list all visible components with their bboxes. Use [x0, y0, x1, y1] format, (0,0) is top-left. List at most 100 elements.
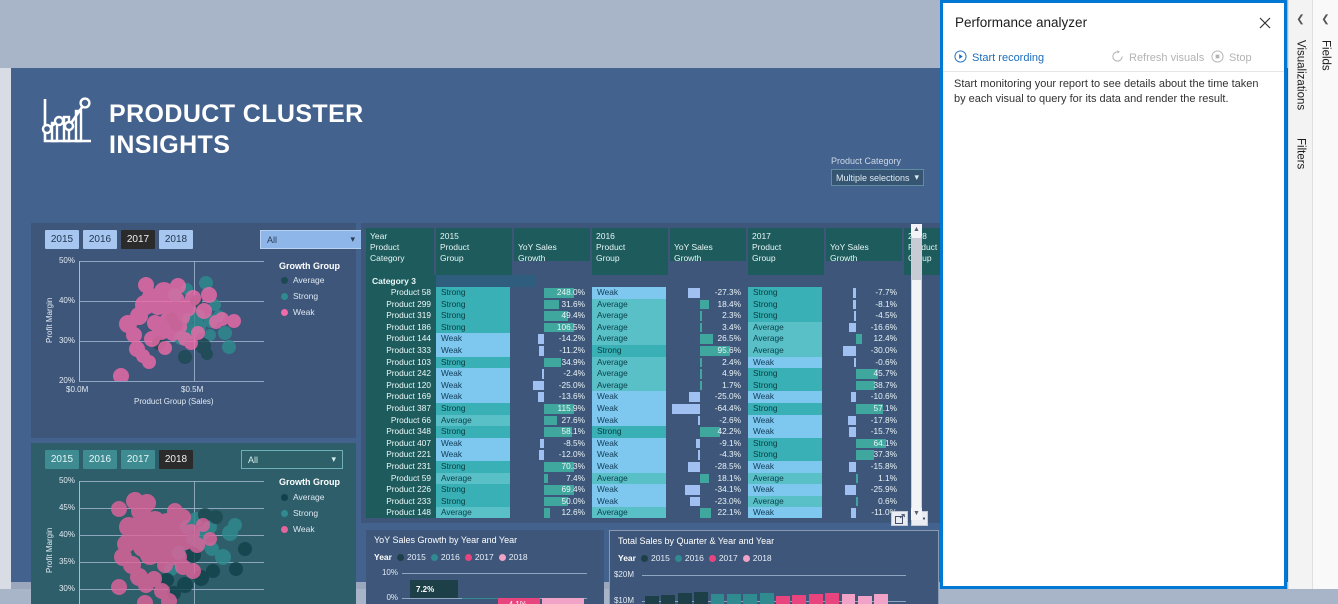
table-cell-growth-group: Weak [436, 449, 510, 461]
th-first-line1: Year [370, 231, 388, 241]
table-cell-growth-group: Weak [592, 495, 666, 508]
table-row[interactable]: Product 231 Strong 70.3% Weak -28.5% Weak -15.… [366, 460, 897, 473]
total-sales-bar[interactable] [776, 596, 790, 604]
yoy-legend-2016: 2016 [430, 552, 460, 562]
table-cell-yoy-growth: 34.9% [561, 356, 585, 367]
total-sales-bar[interactable] [857, 595, 872, 604]
fields-rail[interactable]: ❮ Fields [1312, 0, 1338, 589]
yoy-growth-bar-visual[interactable]: YoY Sales Growth by Year and Year Year 2… [366, 530, 604, 604]
table-row[interactable]: Product 58 Strong 248.0% Weak -27.3% Strong -7… [366, 287, 897, 299]
total-sales-bar[interactable] [808, 593, 823, 604]
table-cell-growth-group: Weak [436, 333, 510, 345]
chevron-left-icon[interactable]: ❮ [1321, 14, 1329, 25]
total-sales-bar[interactable] [743, 594, 758, 604]
legend-label-average: Average [293, 492, 325, 502]
th-2015-yoy: YoY Sales Growth [514, 228, 590, 263]
table-row[interactable]: Product 242 Weak -2.4% Average 4.9% Strong 45.… [366, 368, 897, 380]
slicer-year-2015[interactable]: 2015 [45, 230, 79, 249]
table-row[interactable]: Product 221 Weak -12.0% Weak -4.3% Strong 37.3… [366, 449, 897, 461]
scatter-bottom-dropdown-value: All [248, 454, 259, 465]
performance-analyzer-toolbar[interactable]: Start recording Refresh visuals Stop [943, 45, 1284, 72]
th-2015-yoy-label: YoY Sales Growth [518, 242, 557, 263]
total-sales-bar[interactable] [694, 592, 708, 604]
table-row[interactable]: Product 148 Average 12.6% Average 22.1% Weak -… [366, 507, 897, 518]
product-category-dropdown[interactable]: Multiple selections ▾ [831, 169, 924, 186]
total-sales-bar[interactable] [661, 594, 676, 604]
table-row[interactable]: Product 387 Strong 115.9% Weak -64.4% Strong 5… [366, 402, 897, 415]
visualizations-rail[interactable]: ❮ Visualizations Filters [1288, 0, 1312, 589]
table-row[interactable]: Product 59 Average 7.4% Average 18.1% Average… [366, 472, 897, 485]
table-cell-growth-group: Weak [748, 356, 822, 369]
table-row[interactable]: Product 333 Weak -11.2% Strong 95.6% Average -… [366, 344, 897, 357]
table-cell-growth-group: Weak [748, 426, 822, 438]
ytick-top-3: 50% [58, 256, 75, 265]
product-category-label: Product Category [831, 156, 902, 166]
total-bars-host [644, 569, 906, 604]
table-row[interactable]: Product 103 Strong 34.9% Average 2.4% Weak -0.… [366, 356, 897, 369]
rail-label-visualizations[interactable]: Visualizations [1295, 40, 1307, 110]
scroll-down-arrow-icon[interactable]: ▼ [911, 508, 922, 520]
legend-dot-2015 [396, 553, 404, 561]
legend-dot-2018 [498, 553, 506, 561]
scatter-visual-top[interactable]: 2015 2016 2017 2018 All ▾ 50% 40% 30% 20… [31, 223, 362, 438]
table-row[interactable]: Product 120 Weak -25.0% Average 1.7% Strong 38… [366, 379, 897, 392]
chevron-left-icon[interactable]: ❮ [1296, 14, 1304, 25]
legend-item-average-bottom: Average [281, 492, 325, 502]
table-row[interactable]: Product 348 Strong 58.1% Strong 42.2% Weak -15… [366, 426, 897, 438]
slicer2-year-2015[interactable]: 2015 [45, 450, 79, 469]
table-row[interactable]: Product 407 Weak -8.5% Weak -9.1% Strong 64.1%… [366, 437, 897, 450]
scatter-top-dropdown[interactable]: All ▾ [260, 230, 362, 249]
total-sales-bar-visual[interactable]: Total Sales by Quarter & Year and Year Y… [609, 530, 939, 604]
xtick-top-0: $0.0M [66, 385, 89, 394]
table-row[interactable]: Product 186 Strong 106.5% Average 3.4% Averag… [366, 321, 897, 334]
table-row[interactable]: Product 319 Strong 49.4% Average 2.3% Strong -… [366, 310, 897, 322]
close-icon[interactable] [1254, 12, 1276, 34]
scroll-up-arrow-icon[interactable]: ▲ [911, 224, 922, 236]
slicer-year-2016[interactable]: 2016 [83, 230, 117, 249]
th-2017-year: 2017 [752, 231, 771, 241]
total-sales-bar[interactable] [710, 593, 725, 604]
slicer-year-2017[interactable]: 2017 [121, 230, 155, 249]
total-sales-bar[interactable] [677, 593, 692, 604]
focus-mode-icon[interactable] [891, 511, 908, 526]
start-recording-button[interactable]: Start recording [954, 50, 1044, 66]
matrix-table-visual[interactable]: Year Product Category 2015 Product Group … [361, 223, 1058, 526]
table-row[interactable]: Product 233 Strong 50.0% Weak -23.0% Average 0… [366, 495, 897, 508]
scatter-visual-bottom[interactable]: 2015 2016 2017 2018 All ▾ 50% 45% 40% 35… [31, 443, 356, 604]
year-slicer-top[interactable]: 2015 2016 2017 2018 [45, 230, 193, 249]
total-sales-bar[interactable] [726, 594, 741, 604]
table-row[interactable]: Product 226 Strong 69.4% Weak -34.1% Weak -25.… [366, 484, 897, 496]
total-sales-bar[interactable] [645, 595, 659, 604]
scatter-bottom-dropdown[interactable]: All ▾ [241, 450, 343, 469]
total-sales-bar[interactable] [874, 594, 889, 604]
table-row[interactable]: Product 299 Strong 31.6% Average 18.4% Strong… [366, 298, 897, 311]
rail-label-filters[interactable]: Filters [1295, 138, 1307, 169]
slicer2-year-2017[interactable]: 2017 [121, 450, 155, 469]
slicer-year-2018[interactable]: 2018 [159, 230, 193, 249]
table-cell-growth-group: Average [748, 472, 822, 485]
table-row[interactable]: Product 144 Weak -14.2% Average 26.5% Average… [366, 333, 897, 345]
table-cell-yoy-growth: -7.7% [875, 287, 897, 297]
total-sales-bar[interactable] [759, 592, 774, 604]
table-cell-yoy-growth: 37.3% [873, 449, 897, 460]
table-scrollbar-thumb[interactable] [912, 238, 921, 280]
legend-label-strong: Strong [293, 508, 319, 518]
table-category-row-fill [436, 275, 536, 287]
yoy-bar-2018[interactable] [542, 598, 584, 604]
rail-label-fields[interactable]: Fields [1320, 40, 1332, 71]
table-cell-yoy-growth: 2.3% [722, 310, 741, 321]
table-cell-yoy-growth: 45.7% [873, 368, 897, 379]
year-slicer-bottom[interactable]: 2015 2016 2017 2018 [45, 450, 193, 469]
slicer2-year-2018[interactable]: 2018 [159, 450, 193, 469]
table-scrollbar[interactable]: ▲ ▼ [911, 224, 922, 520]
total-sales-bar[interactable] [825, 593, 839, 604]
table-cell-growth-group: Weak [436, 437, 510, 450]
total-sales-bar[interactable] [792, 594, 807, 604]
table-row[interactable]: Product 66 Average 27.6% Weak -2.6% Weak -17.8… [366, 414, 897, 427]
table-row[interactable]: Product 169 Weak -13.6% Weak -25.0% Weak -10.6… [366, 391, 897, 403]
table-visual-icons[interactable] [891, 511, 928, 526]
total-sales-bar[interactable] [841, 593, 856, 604]
slicer2-year-2016[interactable]: 2016 [83, 450, 117, 469]
table-cell-growth-group: Strong [436, 287, 510, 299]
table-body[interactable]: Category 3 Product 58 Strong 248.0% Weak -27… [366, 275, 897, 518]
